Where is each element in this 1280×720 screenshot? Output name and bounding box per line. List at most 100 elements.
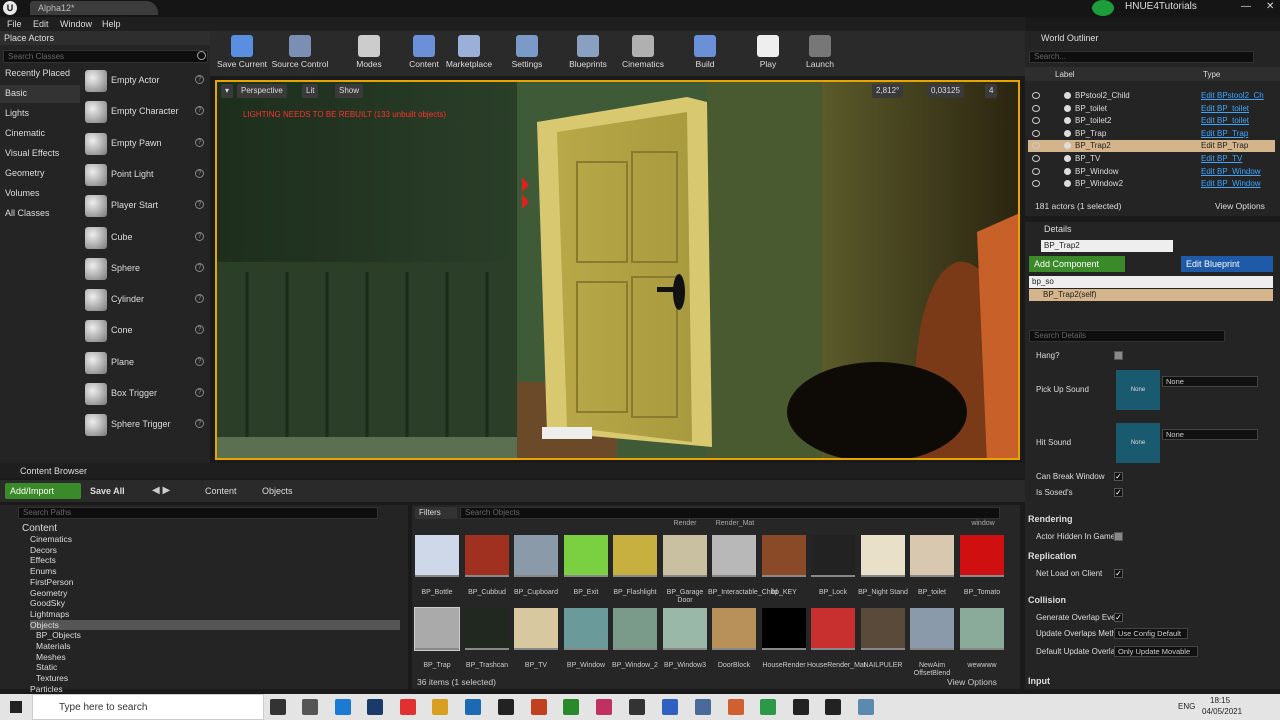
add-component-button[interactable]: Add Component <box>1029 256 1125 272</box>
outliner-row[interactable]: BP_Trap2 Edit BP_Trap <box>1028 140 1275 153</box>
file-explorer-icon[interactable] <box>432 699 448 715</box>
outliner-row[interactable]: BP_toilet Edit BP_toilet <box>1028 103 1275 115</box>
folder-static[interactable]: Static <box>36 662 57 672</box>
help-icon[interactable]: ? <box>195 356 204 366</box>
folder-particles[interactable]: Particles <box>30 684 63 694</box>
folder-effects[interactable]: Effects <box>30 555 56 565</box>
pick-up-sound-thumbnail[interactable]: None <box>1116 370 1160 410</box>
app-icon[interactable] <box>662 699 678 715</box>
is-sosed-checkbox[interactable]: ✓ <box>1114 488 1123 497</box>
col-label[interactable]: Label <box>1055 70 1075 79</box>
task-view-icon[interactable] <box>302 699 318 715</box>
steam-icon[interactable] <box>367 699 383 715</box>
outliner-row-type[interactable]: Edit BP_Window <box>1201 167 1261 176</box>
clock-date[interactable]: 04/05/2021 <box>1202 707 1242 716</box>
folder-geometry[interactable]: Geometry <box>30 588 67 598</box>
help-icon[interactable]: ? <box>195 168 204 178</box>
menu-file[interactable]: File <box>7 19 22 29</box>
actor-item[interactable]: Empty Character? <box>82 97 208 127</box>
asset-tile[interactable]: HouseRender_Mat <box>807 608 866 678</box>
input-section[interactable]: Input <box>1028 676 1050 686</box>
gen-overlap-checkbox[interactable]: ✓ <box>1114 613 1123 622</box>
menu-window[interactable]: Window <box>60 19 92 29</box>
outliner-row-type[interactable]: Edit BP_Trap <box>1201 141 1248 150</box>
show-button[interactable]: Show <box>335 84 364 98</box>
menu-help[interactable]: Help <box>102 19 121 29</box>
add-import-button[interactable]: Add/Import <box>5 483 81 499</box>
unreal-taskbar-icon[interactable] <box>825 699 841 715</box>
app-icon[interactable] <box>465 699 481 715</box>
category-visual-effects[interactable]: Visual Effects <box>0 145 80 163</box>
folder-goodsky[interactable]: GoodSky <box>30 598 65 608</box>
net-load-checkbox[interactable]: ✓ <box>1114 569 1123 578</box>
asset-tile[interactable]: BP_Window_2 <box>612 608 658 678</box>
asset-tile[interactable]: DoorBlock <box>712 608 756 678</box>
filters-button[interactable]: Filters <box>415 507 457 519</box>
actor-item[interactable]: Cylinder? <box>82 285 208 315</box>
category-geometry[interactable]: Geometry <box>0 165 80 183</box>
back-icon[interactable]: ◀ ▶ <box>152 485 170 496</box>
help-icon[interactable]: ? <box>195 106 204 116</box>
actor-name-field[interactable]: BP_Trap2 <box>1041 240 1173 252</box>
folder-materials[interactable]: Materials <box>36 641 70 651</box>
level-viewport[interactable]: ▾ Perspective Lit Show 2,812° 0,03125 4 … <box>215 80 1020 460</box>
outliner-row[interactable]: BP_TV Edit BP_TV <box>1028 153 1275 165</box>
search-objects-input[interactable]: Search Objects <box>460 507 1000 519</box>
asset-tile[interactable]: BP_Night Stand <box>858 535 908 605</box>
outliner-row[interactable]: BPstool2_Child Edit BPstool2_Ch <box>1028 90 1275 102</box>
hit-sound-dropdown[interactable]: None <box>1162 429 1258 440</box>
folder-cinematics[interactable]: Cinematics <box>30 534 72 544</box>
actor-item[interactable]: Point Light? <box>82 160 208 190</box>
scale-snap-value[interactable]: 0,03125 <box>927 84 964 98</box>
visibility-icon[interactable] <box>1032 129 1040 137</box>
unreal-logo-icon[interactable]: U <box>3 1 17 15</box>
asset-tile[interactable]: BP_Trap <box>414 607 460 678</box>
help-icon[interactable]: ? <box>195 419 204 429</box>
outliner-row-type[interactable]: Edit BP_Window <box>1201 179 1261 188</box>
asset-tile[interactable]: wewwww <box>960 608 1004 678</box>
app-icon[interactable] <box>695 699 711 715</box>
perspective-button[interactable]: Perspective <box>237 84 287 98</box>
document-tab[interactable]: Alpha12* <box>30 1 158 15</box>
toolbar-launch-button[interactable]: Launch <box>785 31 855 76</box>
asset-tile[interactable]: BP_Cubbud <box>465 535 509 605</box>
update-overlaps-dropdown[interactable]: Use Config Default <box>1114 628 1188 639</box>
angle-snap-value[interactable]: 2,812° <box>872 84 904 98</box>
breadcrumb-objects[interactable]: Objects <box>262 486 293 496</box>
actor-item[interactable]: Empty Pawn? <box>82 129 208 159</box>
viewport-options-button[interactable]: ▾ <box>221 84 233 98</box>
visibility-icon[interactable] <box>1032 155 1040 162</box>
asset-tile[interactable]: BP_TV <box>514 608 558 678</box>
component-self[interactable]: BP_Trap2(self) <box>1029 289 1273 301</box>
asset-tile[interactable]: BP_Window <box>564 608 608 678</box>
outliner-row[interactable]: BP_toilet2 Edit BP_toilet <box>1028 115 1275 127</box>
category-volumes[interactable]: Volumes <box>0 185 80 203</box>
asset-tile[interactable]: BP_Exit <box>564 535 608 605</box>
search-classes-input[interactable]: Search Classes <box>3 50 208 63</box>
lit-button[interactable]: Lit <box>302 84 319 98</box>
asset-tile[interactable]: bp_KEY <box>762 535 806 605</box>
help-icon[interactable]: ? <box>195 294 204 304</box>
search-paths-input[interactable]: Search Paths <box>18 507 378 519</box>
pick-up-sound-dropdown[interactable]: None <box>1162 376 1258 387</box>
cortana-icon[interactable] <box>270 699 286 715</box>
default-update-dropdown[interactable]: Only Update Movable <box>1114 646 1198 657</box>
app-icon[interactable] <box>498 699 514 715</box>
menu-edit[interactable]: Edit <box>33 19 49 29</box>
opera-icon[interactable] <box>400 699 416 715</box>
folder-textures[interactable]: Textures <box>36 673 68 683</box>
toolbar-source-control-button[interactable]: Source Control <box>265 31 335 76</box>
language-indicator[interactable]: ENG <box>1178 702 1195 711</box>
replication-section[interactable]: Replication <box>1028 551 1077 561</box>
help-icon[interactable]: ? <box>195 200 204 210</box>
category-all-classes[interactable]: All Classes <box>0 205 80 223</box>
help-icon[interactable]: ? <box>195 137 204 147</box>
outliner-row-type[interactable]: Edit BP_TV <box>1201 154 1242 163</box>
app-icon[interactable] <box>596 699 612 715</box>
asset-tile[interactable]: BP_Cupboard <box>514 535 558 605</box>
can-break-window-checkbox[interactable]: ✓ <box>1114 472 1123 481</box>
visibility-icon[interactable] <box>1032 167 1040 175</box>
outliner-row[interactable]: BP_Window Edit BP_Window <box>1028 166 1275 178</box>
cb-view-options[interactable]: View Options <box>947 677 997 687</box>
outliner-row-type[interactable]: Edit BP_toilet <box>1201 116 1249 125</box>
